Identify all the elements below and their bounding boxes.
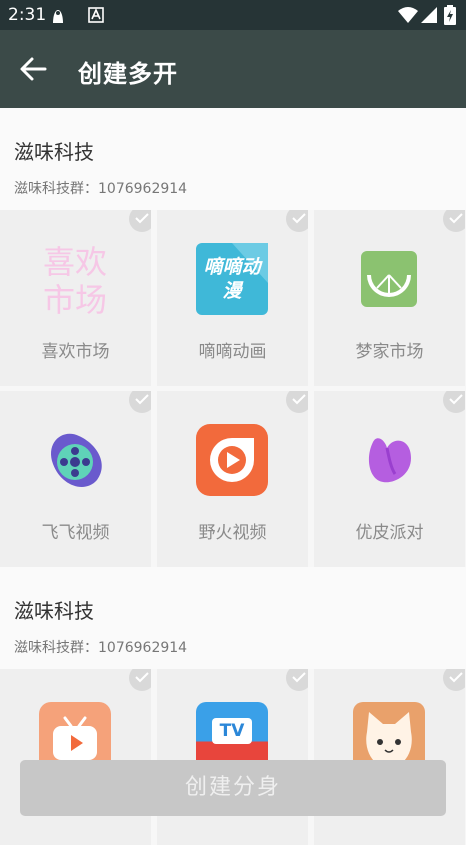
section-name: 滋味科技 (14, 599, 94, 623)
check-icon[interactable] (286, 391, 308, 413)
check-icon[interactable] (286, 669, 308, 691)
app-label: 优皮派对 (355, 523, 424, 543)
create-clone-button[interactable]: 创建分身 (20, 760, 446, 816)
section-group-number: 滋味科技群：1076962914 (14, 181, 188, 197)
notification-app-icon (53, 10, 63, 23)
section-group-number: 滋味科技群：1076962914 (14, 640, 188, 656)
lemon-market-icon (361, 251, 417, 307)
check-icon[interactable] (129, 210, 151, 232)
app-tile-tv-app[interactable]: TV (157, 669, 308, 845)
check-icon[interactable] (443, 210, 465, 232)
app-tile-tv-play[interactable] (0, 669, 151, 845)
purple-blob-icon (368, 438, 411, 483)
app-label: 飞飞视频 (41, 523, 110, 543)
check-icon[interactable] (443, 391, 465, 413)
didi-anime-icon: 嘀嘀动漫 (196, 243, 268, 315)
check-icon[interactable] (129, 391, 151, 413)
app-tile-yehuo-video[interactable]: 野火视频 (157, 391, 308, 567)
notification-a-icon (88, 7, 104, 23)
app-tile-didi-anime[interactable]: 嘀嘀动漫 嘀嘀动画 (157, 210, 308, 386)
status-time: 2:31 (8, 5, 47, 25)
film-reel-icon (51, 433, 102, 487)
back-arrow-icon[interactable] (18, 54, 48, 84)
wifi-icon (398, 7, 418, 23)
app-tile-xihuan-market[interactable]: 喜欢市场 喜欢市场 (0, 210, 151, 386)
signal-icon (421, 7, 437, 23)
xihuan-market-icon: 喜欢市场 (42, 243, 107, 319)
app-tile-lemon-market[interactable]: 梦家市场 (314, 210, 465, 386)
play-video-icon (196, 424, 268, 496)
section-name: 滋味科技 (14, 140, 94, 164)
page-title: 创建多开 (78, 60, 178, 88)
check-icon[interactable] (129, 669, 151, 691)
section-header: 滋味科技 滋味科技群：1076962914 (0, 108, 466, 210)
check-icon[interactable] (443, 669, 465, 691)
app-label: 梦家市场 (355, 342, 424, 362)
battery-icon (444, 5, 456, 25)
section-header: 滋味科技 滋味科技群：1076962914 (0, 567, 466, 669)
app-tile-cat[interactable] (314, 669, 465, 845)
app-label: 嘀嘀动画 (198, 342, 267, 362)
app-tile-youpi-party[interactable]: 优皮派对 (314, 391, 465, 567)
check-icon[interactable] (286, 210, 308, 232)
app-label: 野火视频 (198, 523, 267, 543)
app-label: 喜欢市场 (41, 342, 110, 362)
app-bar: 创建多开 (0, 30, 466, 108)
app-tile-feifei-video[interactable]: 飞飞视频 (0, 391, 151, 567)
status-bar: 2:31 (0, 0, 466, 30)
